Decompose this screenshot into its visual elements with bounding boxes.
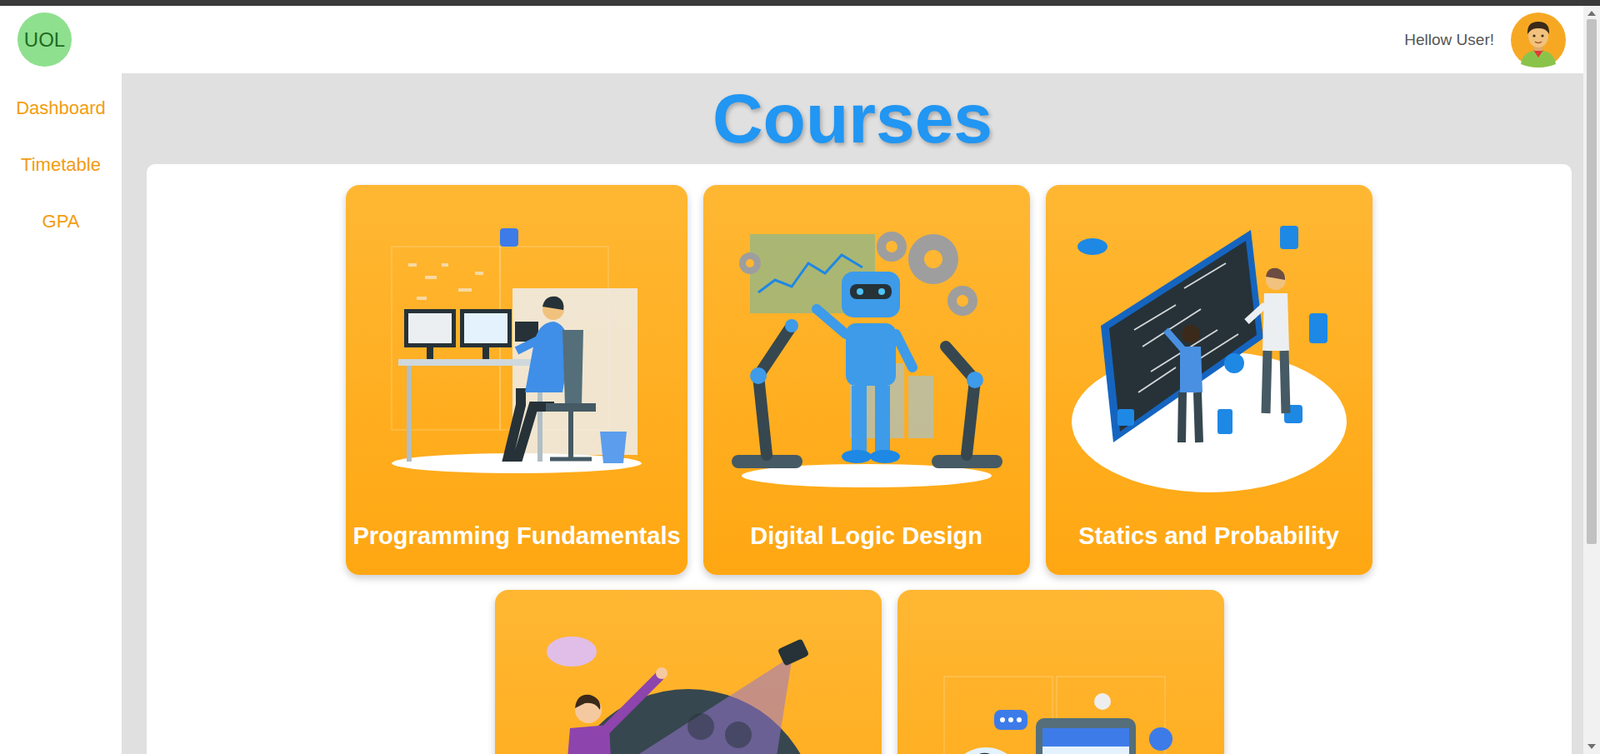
scrollbar[interactable] <box>1583 5 1600 754</box>
course-card[interactable]: Digital Logic Design <box>703 185 1030 575</box>
page-frame: UOLHellow User!DashboardTimetableGPACour… <box>0 5 1600 754</box>
avatar-icon[interactable] <box>1510 12 1566 68</box>
page: UOLHellow User!DashboardTimetableGPACour… <box>0 5 1584 754</box>
speaker-illustration <box>505 618 872 754</box>
course-title: Programming Fundamentals <box>352 521 680 550</box>
logo[interactable]: UOL <box>17 12 72 67</box>
math-illustration <box>1067 213 1351 497</box>
sidebar: DashboardTimetableGPA <box>0 73 122 754</box>
top-bar <box>0 0 1600 6</box>
sidebar-item[interactable]: Timetable <box>0 136 122 194</box>
course-card[interactable] <box>897 590 1225 754</box>
app-window: UOLHellow User!DashboardTimetableGPACour… <box>0 0 1600 754</box>
course-title: Digital Logic Design <box>750 521 983 550</box>
greeting: Hellow User! <box>1404 30 1495 50</box>
scroll-thumb[interactable] <box>1586 19 1597 545</box>
sidebar-item[interactable]: Dashboard <box>0 80 122 137</box>
course-card[interactable]: Statics and Probability <box>1045 185 1373 575</box>
course-card[interactable]: Programming Fundamentals <box>345 185 687 575</box>
page-title: Courses <box>121 73 1584 165</box>
sales-illustration <box>919 618 1203 754</box>
sidebar-item[interactable]: GPA <box>0 193 122 250</box>
user-area: Hellow User! <box>1404 12 1566 68</box>
robot-illustration <box>725 213 1009 497</box>
scroll-down-icon[interactable] <box>1587 744 1596 750</box>
courses-panel: Programming Fundamentals Digital Logic De… <box>146 164 1572 754</box>
coding-illustration <box>375 213 659 497</box>
course-title: Statics and Probability <box>1078 521 1340 550</box>
body: DashboardTimetableGPACoursesProgramming … <box>0 73 1584 754</box>
main-content: Courses Programming Fundamentals Digital L… <box>121 73 1584 754</box>
scroll-up-icon[interactable] <box>1587 10 1596 16</box>
course-card[interactable] <box>495 590 882 754</box>
header: UOL Hellow User! <box>0 5 1584 74</box>
